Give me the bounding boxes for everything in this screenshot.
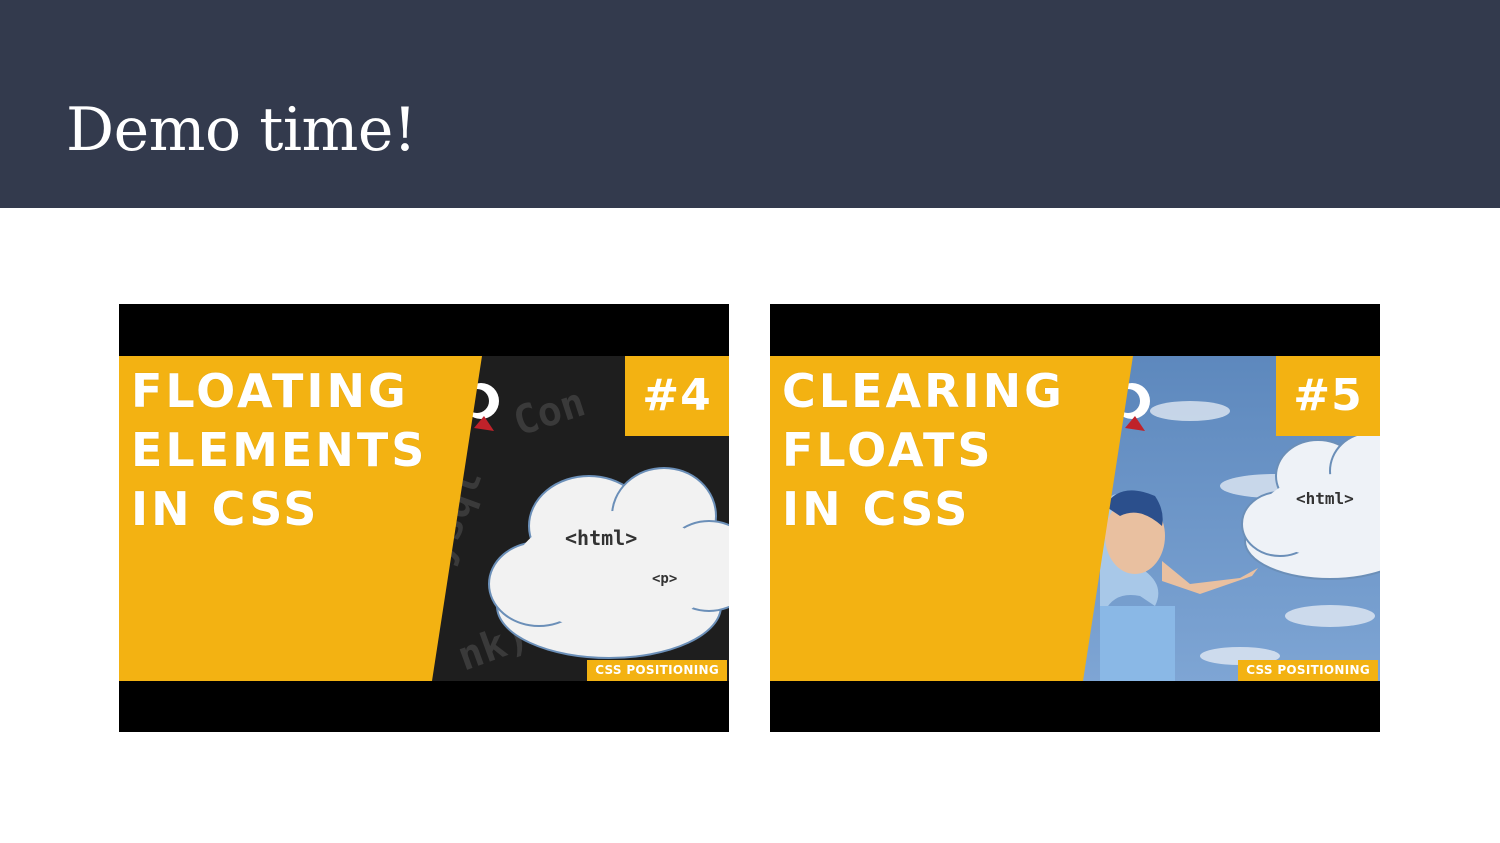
- video-title-line: FLOATS: [782, 423, 994, 477]
- slide-header: Demo time!: [0, 0, 1500, 208]
- cloud-tag-html: <html>: [565, 526, 637, 550]
- series-tag: CSS POSITIONING: [587, 660, 727, 681]
- video-thumbnail-clearing-floats[interactable]: <html> CLEARING FLOATS IN CSS #5 CSS POS…: [770, 304, 1380, 732]
- series-tag: CSS POSITIONING: [1238, 660, 1378, 681]
- cloud-tag-p: <p>: [652, 571, 677, 587]
- video-title-line: FLOATING: [131, 364, 409, 418]
- video-title-line: IN CSS: [131, 482, 320, 536]
- video-title-line: CLEARING: [782, 364, 1065, 418]
- video-thumbnail-floating-elements[interactable]: Con ysql nk) ex <html> <p>: [119, 304, 729, 732]
- episode-badge: #5: [1276, 356, 1380, 436]
- video-title: CLEARING FLOATS IN CSS: [782, 362, 1065, 539]
- video-title: FLOATING ELEMENTS IN CSS: [131, 362, 427, 539]
- video-title-line: ELEMENTS: [131, 423, 428, 477]
- video-title-line: IN CSS: [782, 482, 971, 536]
- episode-badge: #4: [625, 356, 729, 436]
- slide-title: Demo time!: [66, 95, 417, 165]
- cloud-tag-html: <html>: [1296, 489, 1354, 508]
